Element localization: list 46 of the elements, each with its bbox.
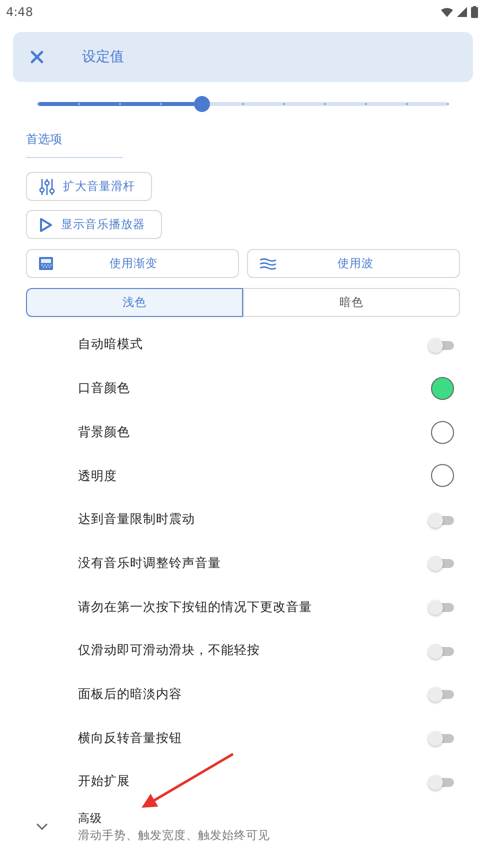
color-swatch[interactable] <box>431 420 454 444</box>
setting-label: 横向反转音量按钮 <box>78 728 183 747</box>
option-button[interactable]: 显示音乐播放器 <box>26 210 162 239</box>
toggle-switch[interactable] <box>428 338 454 352</box>
slider-thumb[interactable] <box>194 96 210 112</box>
toggle-switch[interactable] <box>428 774 454 789</box>
theme-tab[interactable]: 浅色 <box>26 288 243 317</box>
header-title: 设定值 <box>82 48 124 66</box>
toggle-switch[interactable] <box>428 556 454 570</box>
gradient-icon <box>39 257 53 270</box>
setting-label: 开始扩展 <box>78 772 131 790</box>
wave-icon <box>260 258 276 270</box>
toggle-switch[interactable] <box>428 731 454 746</box>
setting-label: 达到音量限制时震动 <box>78 510 196 528</box>
setting-label: 自动暗模式 <box>78 335 144 354</box>
sliders-icon <box>39 178 55 194</box>
expand-button[interactable] <box>36 822 48 832</box>
toggle-switch[interactable] <box>428 512 454 527</box>
advanced-summary: 滑动手势、触发宽度、触发始终可见 <box>78 826 270 844</box>
toggle-switch[interactable] <box>428 644 454 658</box>
setting-label: 透明度 <box>78 466 118 485</box>
chevron-icon <box>36 822 48 832</box>
close-icon <box>30 50 44 64</box>
setting-label: 口音颜色 <box>78 379 131 398</box>
battery-icon <box>471 6 478 18</box>
setting-label: 背景颜色 <box>78 422 131 441</box>
signal-icon <box>457 7 467 17</box>
play-icon <box>39 218 53 232</box>
setting-label: 仅滑动即可滑动滑块，不能轻按 <box>78 641 261 660</box>
color-swatch[interactable] <box>431 464 454 488</box>
slider-track[interactable] <box>38 102 448 106</box>
status-time: 4:48 <box>6 4 33 21</box>
setting-label: 没有音乐时调整铃声音量 <box>78 554 222 572</box>
toggle-switch[interactable] <box>428 600 454 614</box>
setting-label: 面板后的暗淡内容 <box>78 684 183 703</box>
option-button[interactable]: 扩大音量滑杆 <box>26 172 152 201</box>
setting-label: 请勿在第一次按下按钮的情况下更改音量 <box>78 598 313 616</box>
section-title: 首选项 <box>26 130 123 158</box>
theme-tab[interactable]: 暗色 <box>243 288 460 317</box>
style-button[interactable]: 使用渐变 <box>26 249 239 278</box>
close-button[interactable] <box>30 50 44 64</box>
wifi-icon <box>441 8 453 16</box>
advanced-title: 高级 <box>78 810 103 827</box>
style-button[interactable]: 使用波 <box>247 249 460 278</box>
color-swatch[interactable] <box>431 377 454 400</box>
toggle-switch[interactable] <box>428 687 454 702</box>
